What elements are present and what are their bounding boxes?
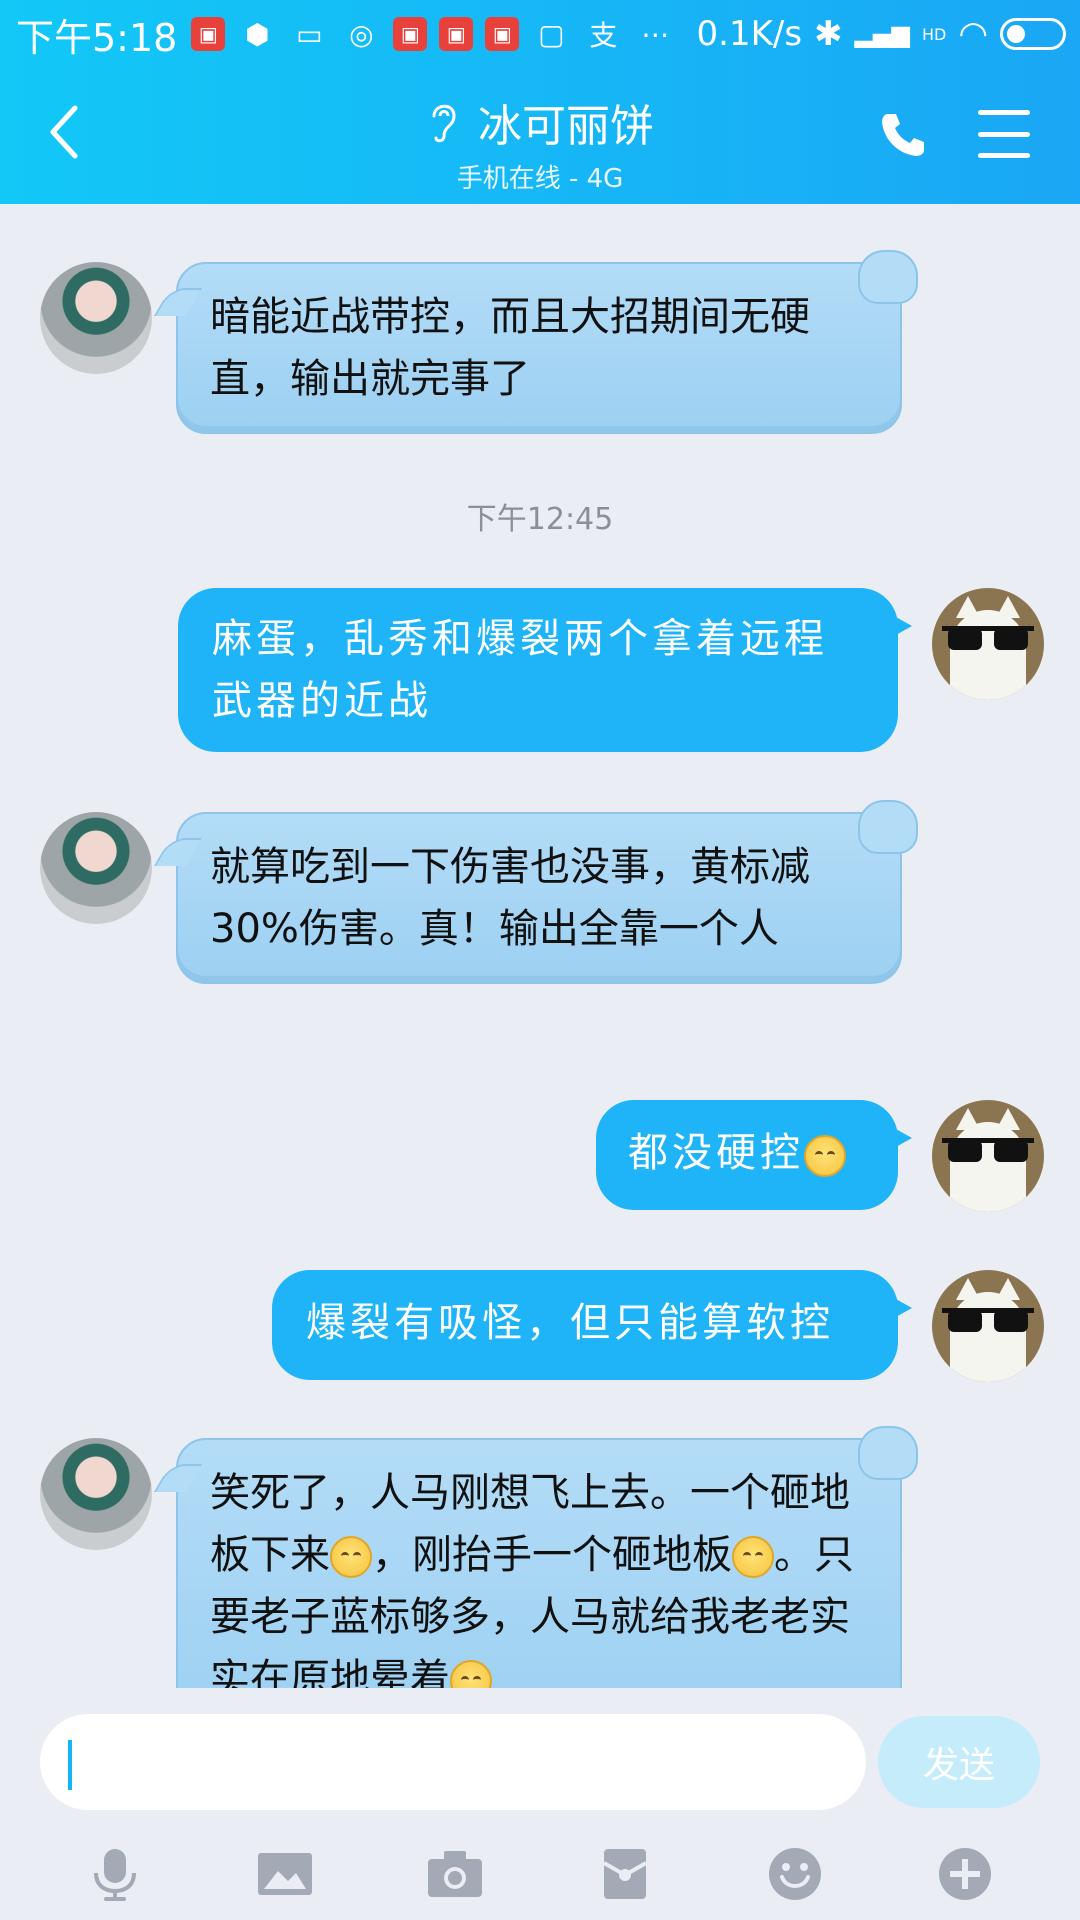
camera-button[interactable] (425, 1844, 485, 1904)
my-avatar[interactable] (932, 588, 1044, 700)
calendar-icon: ▢ (538, 17, 565, 51)
message-text: 就算吃到一下伤害也没事，黄标减30%伤害。真！输出全靠一个人 (210, 844, 810, 952)
menu-icon (978, 110, 1030, 115)
my-avatar[interactable] (932, 1100, 1044, 1212)
text-cursor (68, 1740, 72, 1790)
wifi-icon: ◠ (958, 14, 988, 54)
shield-icon: ⬢ (245, 17, 270, 51)
chat-area[interactable]: 暗能近战带控，而且大招期间无硬直，输出就完事了 下午12:45 麻蛋，乱秀和爆裂… (0, 204, 1080, 1688)
notification-icons: ▣ ⬢ ▭ ◎ ▣ ▣ ▣ ▢ 支 ⋯ (191, 14, 675, 54)
input-bar: 发送 (0, 1688, 1080, 1920)
emoji-button[interactable] (765, 1844, 825, 1904)
weibo-icon: ◎ (349, 17, 374, 51)
message-text: 都没硬控 (628, 1130, 804, 1176)
send-button[interactable]: 发送 (878, 1716, 1040, 1808)
grin-emoji-icon (330, 1536, 372, 1578)
message-icon: ▭ (296, 17, 323, 51)
image-button[interactable] (255, 1844, 315, 1904)
message-bubble-incoming[interactable]: 暗能近战带控，而且大招期间无硬直，输出就完事了 (176, 250, 918, 434)
red-packet-icon (603, 1849, 647, 1899)
sunglasses-icon (942, 626, 1034, 650)
contact-avatar[interactable] (40, 1438, 152, 1550)
grin-emoji-icon (732, 1536, 774, 1578)
menu-button[interactable] (978, 110, 1030, 158)
emoji-icon (769, 1848, 821, 1900)
my-avatar[interactable] (932, 1270, 1044, 1382)
message-bubble-incoming[interactable]: 笑死了，人马刚想飞上去。一个砸地板下来 ，刚抬手一个砸地板 。只要老子蓝标够多，人马… (176, 1426, 918, 1688)
plus-icon (939, 1848, 991, 1900)
app-notification-icon: ▣ (393, 17, 428, 51)
signal-icon: ▂▄▆ (854, 20, 910, 48)
contact-status: 手机在线 - 4G (456, 164, 624, 194)
battery-icon (1000, 18, 1066, 50)
grin-emoji-icon (450, 1660, 492, 1688)
app-notification-icon: ▣ (439, 17, 474, 51)
message-input[interactable] (40, 1714, 866, 1810)
message-text: ，刚抬手一个砸地板 (372, 1532, 732, 1578)
ear-icon (432, 104, 456, 143)
message-text: 麻蛋，乱秀和爆裂两个拿着远程武器的近战 (212, 616, 828, 724)
sunglasses-icon (942, 1308, 1034, 1332)
message-text: 暗能近战带控，而且大招期间无硬直，输出就完事了 (210, 294, 810, 402)
message-text: 爆裂有吸怪，但只能算软控 (306, 1300, 834, 1346)
more-options-button[interactable] (935, 1844, 995, 1904)
message-bubble-outgoing[interactable]: 麻蛋，乱秀和爆裂两个拿着远程武器的近战 (178, 588, 912, 752)
toolbar (0, 1828, 1080, 1920)
status-right: 0.1K/s ✱ ▂▄▆ HD ◠ (697, 0, 1066, 68)
contact-name: 冰可丽饼 (478, 101, 654, 152)
contact-avatar[interactable] (40, 262, 152, 374)
app-notification-icon: ▣ (191, 17, 226, 51)
status-time: 下午5:18 (16, 15, 178, 60)
image-icon (258, 1853, 312, 1895)
hd-signal-icon: HD (921, 24, 947, 44)
app-notification-icon: ▣ (485, 17, 520, 51)
sunglasses-icon (942, 1138, 1034, 1162)
phone-call-icon[interactable] (876, 108, 930, 162)
message-timestamp: 下午12:45 (466, 502, 614, 537)
red-packet-button[interactable] (595, 1844, 655, 1904)
message-bubble-outgoing[interactable]: 爆裂有吸怪，但只能算软控 (272, 1270, 912, 1380)
message-bubble-incoming[interactable]: 就算吃到一下伤害也没事，黄标减30%伤害。真！输出全靠一个人 (176, 800, 918, 984)
contact-avatar[interactable] (40, 812, 152, 924)
title-bar: 冰可丽饼 手机在线 - 4G (0, 68, 1080, 204)
header: 下午5:18 ▣ ⬢ ▭ ◎ ▣ ▣ ▣ ▢ 支 ⋯ 0.1K/s ✱ ▂▄▆ … (0, 0, 1080, 204)
camera-icon (428, 1851, 482, 1897)
message-bubble-outgoing[interactable]: 都没硬控 (596, 1100, 912, 1210)
more-icon: ⋯ (641, 17, 670, 51)
alipay-icon: 支 (589, 19, 618, 52)
voice-button[interactable] (85, 1844, 145, 1904)
network-speed: 0.1K/s (696, 14, 803, 54)
bluetooth-icon: ✱ (814, 14, 843, 54)
smile-emoji-icon (804, 1135, 846, 1177)
microphone-icon (94, 1849, 136, 1901)
status-bar: 下午5:18 ▣ ⬢ ▭ ◎ ▣ ▣ ▣ ▢ 支 ⋯ 0.1K/s ✱ ▂▄▆ … (0, 0, 1080, 68)
